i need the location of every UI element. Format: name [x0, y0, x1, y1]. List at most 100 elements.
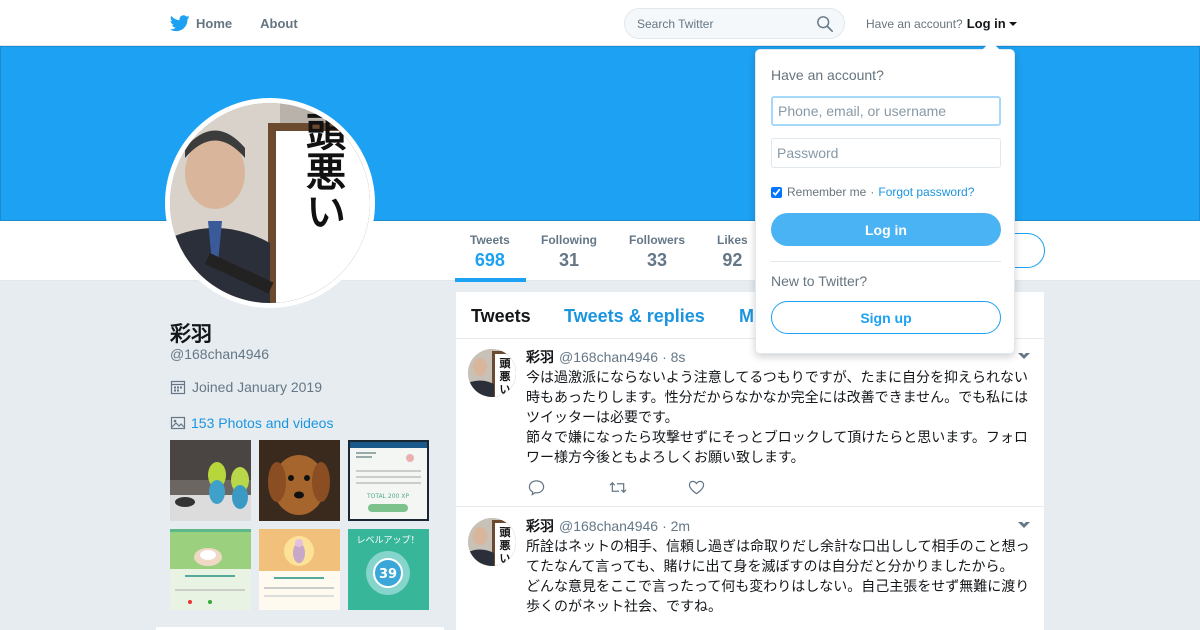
- dropdown-divider: [771, 261, 1001, 262]
- game-xp-text: TOTAL 200 XP: [366, 493, 409, 500]
- stat-following-label: Following: [541, 233, 597, 247]
- media-thumbnail[interactable]: [170, 529, 251, 610]
- tweet-avatar[interactable]: 頭 悪 い: [468, 518, 516, 566]
- media-thumbnail[interactable]: TOTAL 200 XP: [348, 440, 429, 521]
- reply-button[interactable]: [528, 478, 608, 496]
- top-navigation-bar: Home About Have an account? Log in: [0, 0, 1200, 46]
- login-dropdown-toggle[interactable]: Log in: [967, 16, 1017, 31]
- like-button[interactable]: [688, 478, 768, 496]
- stat-likes[interactable]: Likes 92: [717, 233, 748, 271]
- remember-me-checkbox[interactable]: [771, 186, 782, 198]
- stat-likes-label: Likes: [717, 233, 748, 247]
- new-to-twitter-text: New to Twitter?: [771, 273, 868, 289]
- game-screen-pokemon: [259, 529, 340, 610]
- svg-text:頭: 頭: [500, 357, 512, 370]
- login-dropdown: Have an account? Remember me · Forgot pa…: [755, 41, 1015, 354]
- search-input[interactable]: [625, 9, 815, 38]
- media-thumbnail[interactable]: 39 レベルアップ！: [348, 529, 429, 610]
- tab-media[interactable]: M: [739, 306, 754, 327]
- joined-date: Joined January 2019: [192, 379, 322, 395]
- tweet-author-handle[interactable]: @168chan4946: [559, 349, 658, 365]
- stat-tweets[interactable]: Tweets 698: [470, 233, 510, 271]
- stat-tweets-label: Tweets: [470, 233, 510, 247]
- tweet-header: 彩羽 @168chan4946 · 8s: [526, 347, 685, 367]
- media-thumbnail[interactable]: [259, 440, 340, 521]
- heart-icon: [688, 480, 705, 494]
- svg-text:頭: 頭: [500, 526, 512, 539]
- game-screen-egg: [170, 529, 251, 610]
- nav-about-label: About: [260, 15, 298, 31]
- tweet-item[interactable]: 頭 悪 い 彩羽 @168chan4946 · 8s 今は過激派にならないよう注…: [456, 339, 1044, 507]
- tweet-avatar[interactable]: 頭 悪 い: [468, 349, 516, 397]
- retweet-button[interactable]: [608, 478, 688, 496]
- tweet-text: 所詮はネットの相手、信頼し過ぎは命取りだし余計な口出しして相手のこと想ってたなん…: [526, 538, 1030, 614]
- login-link-label: Log in: [966, 16, 1006, 31]
- stat-followers-value: 33: [646, 250, 668, 270]
- svg-text:い: い: [500, 552, 511, 565]
- separator-dot: ·: [870, 185, 875, 199]
- photos-link-label: 153 Photos and videos: [191, 415, 334, 431]
- stat-following[interactable]: Following 31: [541, 233, 597, 271]
- game-screen-xp: TOTAL 200 XP: [350, 442, 427, 519]
- remember-me-label[interactable]: Remember me: [787, 185, 866, 199]
- level-number: 39: [379, 567, 397, 582]
- stat-followers-label: Followers: [629, 233, 686, 247]
- profile-name: 彩羽: [170, 323, 212, 346]
- svg-text:悪: 悪: [500, 539, 511, 552]
- have-account-text: Have an account?: [866, 16, 963, 31]
- dachshund-photo: [259, 440, 340, 521]
- game-levelup-screen: 39 レベルアップ！: [348, 529, 429, 610]
- active-stat-underline: [455, 278, 526, 282]
- dropdown-title: Have an account?: [771, 67, 884, 83]
- forgot-password-link[interactable]: Forgot password?: [878, 185, 974, 199]
- username-field[interactable]: [771, 96, 1001, 126]
- nav-home-label: Home: [196, 15, 233, 31]
- profile-avatar[interactable]: 頭悪い: [165, 98, 375, 308]
- tweet-item[interactable]: 頭 悪 い 彩羽 @168chan4946 · 2m 所詮はネットの相手、信頼し…: [456, 508, 1044, 630]
- profile-handle: @168chan4946: [170, 346, 270, 362]
- tweet-author-handle[interactable]: @168chan4946: [559, 518, 658, 534]
- tweet-header: 彩羽 @168chan4946 · 2m: [526, 516, 690, 536]
- twitter-bird-icon: [170, 14, 190, 31]
- budgies-photo: [170, 440, 251, 521]
- svg-text:悪: 悪: [500, 370, 511, 383]
- profile-joined: Joined January 2019: [170, 379, 322, 395]
- caret-down-icon: [1008, 21, 1017, 26]
- tweet-actions: [528, 478, 768, 496]
- media-thumbnail[interactable]: [259, 529, 340, 610]
- retweet-icon: [609, 481, 627, 493]
- search-box: [624, 8, 845, 39]
- reply-icon: [528, 479, 545, 496]
- photos-and-videos-link[interactable]: 153 Photos and videos: [170, 415, 333, 431]
- nav-home[interactable]: Home: [170, 14, 233, 32]
- stat-following-value: 31: [558, 250, 580, 270]
- tweet-timestamp[interactable]: · 8s: [662, 349, 685, 365]
- image-icon: [170, 416, 186, 430]
- tweet-timestamp[interactable]: · 2m: [662, 518, 690, 534]
- login-button[interactable]: Log in: [771, 213, 1001, 246]
- avatar-sign-text: 頭悪い: [299, 111, 346, 231]
- chevron-down-icon[interactable]: [1018, 351, 1030, 359]
- tweet-author-name[interactable]: 彩羽: [526, 347, 554, 367]
- chevron-down-icon[interactable]: [1018, 520, 1030, 528]
- password-field[interactable]: [771, 138, 1001, 168]
- avatar-image: 頭悪い: [170, 103, 370, 303]
- signup-button[interactable]: Sign up: [771, 301, 1001, 334]
- tab-tweets-and-replies[interactable]: Tweets & replies: [564, 306, 705, 327]
- remember-me-row: Remember me · Forgot password?: [771, 185, 974, 199]
- search-icon[interactable]: [816, 15, 834, 33]
- tweet-avatar-image: 頭 悪 い: [468, 518, 516, 566]
- calendar-icon: [170, 380, 186, 395]
- stat-likes-value: 92: [722, 250, 743, 270]
- tweet-text: 今は過激派にならないよう注意してるつもりですが、たまに自分を抑えられない時もあっ…: [526, 369, 1029, 465]
- tweet-avatar-image: 頭 悪 い: [468, 349, 516, 397]
- tab-tweets[interactable]: Tweets: [471, 306, 531, 327]
- svg-text:い: い: [500, 383, 511, 396]
- stat-tweets-value: 698: [474, 250, 505, 270]
- login-prompt: Have an account? Log in: [866, 16, 1017, 31]
- nav-left: Home About: [170, 0, 326, 46]
- stat-followers[interactable]: Followers 33: [629, 233, 685, 271]
- tweet-author-name[interactable]: 彩羽: [526, 516, 554, 536]
- nav-about[interactable]: About: [260, 16, 298, 31]
- media-thumbnail[interactable]: [170, 440, 251, 521]
